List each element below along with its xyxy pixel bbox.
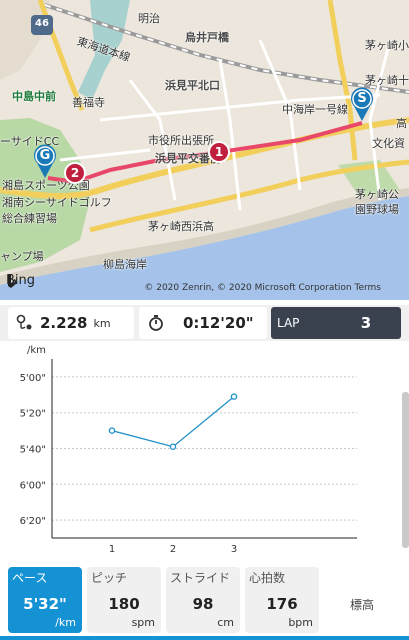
- pace-chart: /km 5'00" 5'20" 5'40" 6'00" 6'20" 1 2 3: [0, 341, 409, 561]
- metric-label: ピッチ: [91, 571, 128, 585]
- metric-label: 心拍数: [249, 571, 286, 585]
- map-label-meiji: 明治: [138, 12, 160, 25]
- time-stat: 0:12'20": [139, 307, 267, 339]
- y-tick-label: 5'40": [20, 445, 46, 456]
- lap-selector[interactable]: LAP 3: [271, 307, 401, 339]
- route-map[interactable]: 46 明治 東海道本線 烏井戸橋 茅ヶ崎小 茅ヶ崎十 中島中前 善福寺 浜見平北…: [0, 0, 409, 300]
- metric-value: 180: [108, 595, 140, 613]
- bottom-accent-line: [0, 636, 409, 640]
- distance-unit: km: [93, 316, 111, 330]
- pace-chart-svg: /km 5'00" 5'20" 5'40" 6'00" 6'20" 1 2 3: [20, 345, 357, 555]
- pace-point: [169, 443, 177, 450]
- y-axis-label: /km: [27, 345, 46, 356]
- map-label-hamami-kita: 浜見平北口: [165, 79, 220, 92]
- map-label-chigasaki-ko: 茅ヶ崎公: [355, 188, 399, 201]
- y-tick-label: 5'20": [20, 409, 46, 420]
- map-label-shiyakusho: 市役所出張所: [148, 134, 214, 147]
- map-label-camp: ャンプ場: [0, 250, 44, 263]
- distance-value: 2.228: [40, 314, 88, 332]
- y-tick-label: 6'00": [20, 480, 46, 491]
- map-label-nakakaigan: 中海岸一号線: [282, 103, 348, 116]
- lap-marker-1-label: 1: [214, 145, 224, 159]
- metric-unit: spm: [131, 616, 155, 629]
- map-copyright[interactable]: © 2020 Zenrin, © 2020 Microsoft Corporat…: [144, 283, 381, 293]
- x-tick-label: 1: [109, 544, 115, 555]
- y-tick-label: 6'20": [20, 516, 46, 527]
- metric-tab-pace[interactable]: ペース 5'32" /km: [8, 567, 82, 633]
- y-tick-label: 5'00": [20, 373, 46, 384]
- metric-label: ペース: [12, 571, 48, 585]
- map-label-yakyujo: 園野球場: [355, 203, 399, 216]
- metric-unit: cm: [217, 616, 234, 629]
- map-label-bunka: 文化資: [372, 137, 405, 150]
- map-label-sogo: 総合練習場: [2, 212, 57, 225]
- route-icon: [14, 314, 36, 332]
- scrollbar-thumb[interactable]: [402, 392, 409, 548]
- stopwatch-icon: [145, 314, 167, 332]
- lap-value: 3: [360, 314, 372, 332]
- time-value: 0:12'20": [183, 314, 254, 332]
- x-tick-label: 3: [231, 544, 237, 555]
- pace-point: [230, 393, 238, 400]
- bing-logo: Bing: [6, 273, 35, 288]
- route-46-label: 46: [35, 18, 49, 29]
- distance-stat: 2.228 km: [8, 307, 134, 339]
- metric-label: 標高: [350, 598, 375, 612]
- map-label-torii: 烏井戸橋: [185, 31, 229, 44]
- map-label-chigasaki-nishi: 茅ヶ崎西浜高: [148, 220, 214, 233]
- x-tick-label: 2: [170, 544, 176, 555]
- start-marker[interactable]: S: [349, 86, 375, 122]
- pace-line: [111, 396, 235, 448]
- metric-label: ストライド: [170, 571, 231, 585]
- metric-tabs: ペース 5'32" /km ピッチ 180 spm ストライド 98 cm 心拍…: [0, 561, 409, 640]
- map-label-taka: 高: [396, 117, 407, 130]
- lap-marker-2-label: 2: [70, 166, 80, 180]
- metric-value: 98: [192, 595, 214, 613]
- map-label-yanagishima: 柳島海岸: [103, 258, 147, 271]
- metric-unit: bpm: [288, 616, 313, 629]
- goal-marker-label: G: [39, 148, 51, 163]
- start-marker-label: S: [357, 91, 367, 106]
- pace-point: [108, 427, 116, 434]
- map-label-chigasaki-sho: 茅ヶ崎小: [365, 39, 409, 52]
- goal-marker[interactable]: G: [32, 143, 58, 179]
- bing-b-icon: [8, 274, 17, 288]
- lap-label: LAP: [277, 316, 300, 330]
- metric-unit: /km: [55, 616, 76, 629]
- metric-tab-heart-rate[interactable]: 心拍数 176 bpm: [245, 567, 319, 633]
- metric-tab-altitude[interactable]: 標高: [330, 567, 400, 633]
- lap-marker-1[interactable]: 1: [208, 141, 230, 163]
- metric-value: 5'32": [23, 595, 67, 613]
- metric-tab-stride[interactable]: ストライド 98 cm: [166, 567, 240, 633]
- metric-value: 176: [266, 595, 298, 613]
- map-label-seaside-golf: 湘南シーサイドゴルフ: [2, 196, 112, 209]
- map-label-nakajima-mae: 中島中前: [12, 90, 56, 103]
- stats-bar: 2.228 km 0:12'20" LAP 3: [0, 305, 409, 341]
- map-label-zenpuku: 善福寺: [72, 96, 105, 109]
- lap-marker-2[interactable]: 2: [64, 162, 86, 184]
- metric-tab-pitch[interactable]: ピッチ 180 spm: [87, 567, 161, 633]
